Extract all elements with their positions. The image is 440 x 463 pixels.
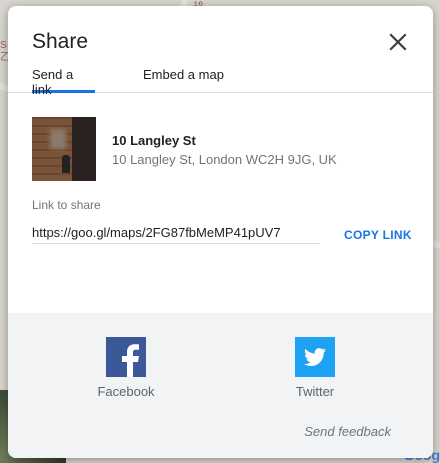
facebook-label: Facebook bbox=[97, 384, 155, 399]
dialog-title: Share bbox=[32, 30, 89, 53]
place-name: 10 Langley St bbox=[112, 133, 196, 148]
twitter-label: Twitter bbox=[295, 384, 335, 399]
share-link-input[interactable] bbox=[32, 222, 320, 244]
send-feedback-link[interactable]: Send feedback bbox=[304, 424, 391, 439]
link-label: Link to share bbox=[32, 198, 101, 212]
place-address: 10 Langley St, London WC2H 9JG, UK bbox=[112, 152, 337, 167]
close-button[interactable] bbox=[389, 33, 407, 51]
facebook-share-button[interactable]: Facebook bbox=[90, 337, 162, 399]
facebook-icon bbox=[106, 337, 146, 377]
twitter-icon bbox=[295, 337, 335, 377]
tab-embed-a-map[interactable]: Embed a map bbox=[143, 67, 224, 93]
copy-link-button[interactable]: COPY LINK bbox=[344, 228, 412, 242]
tab-bar: Send a link Embed a map bbox=[8, 64, 433, 97]
place-photo bbox=[32, 117, 96, 181]
tab-send-a-link[interactable]: Send a link bbox=[32, 67, 95, 97]
close-icon bbox=[389, 33, 407, 51]
twitter-share-button[interactable]: Twitter bbox=[279, 337, 351, 399]
share-dialog: Share Send a link Embed a map 10 Langley… bbox=[8, 6, 433, 458]
share-footer: Facebook Twitter Send feedback bbox=[8, 313, 433, 458]
place-card: 10 Langley St 10 Langley St, London WC2H… bbox=[32, 117, 412, 181]
